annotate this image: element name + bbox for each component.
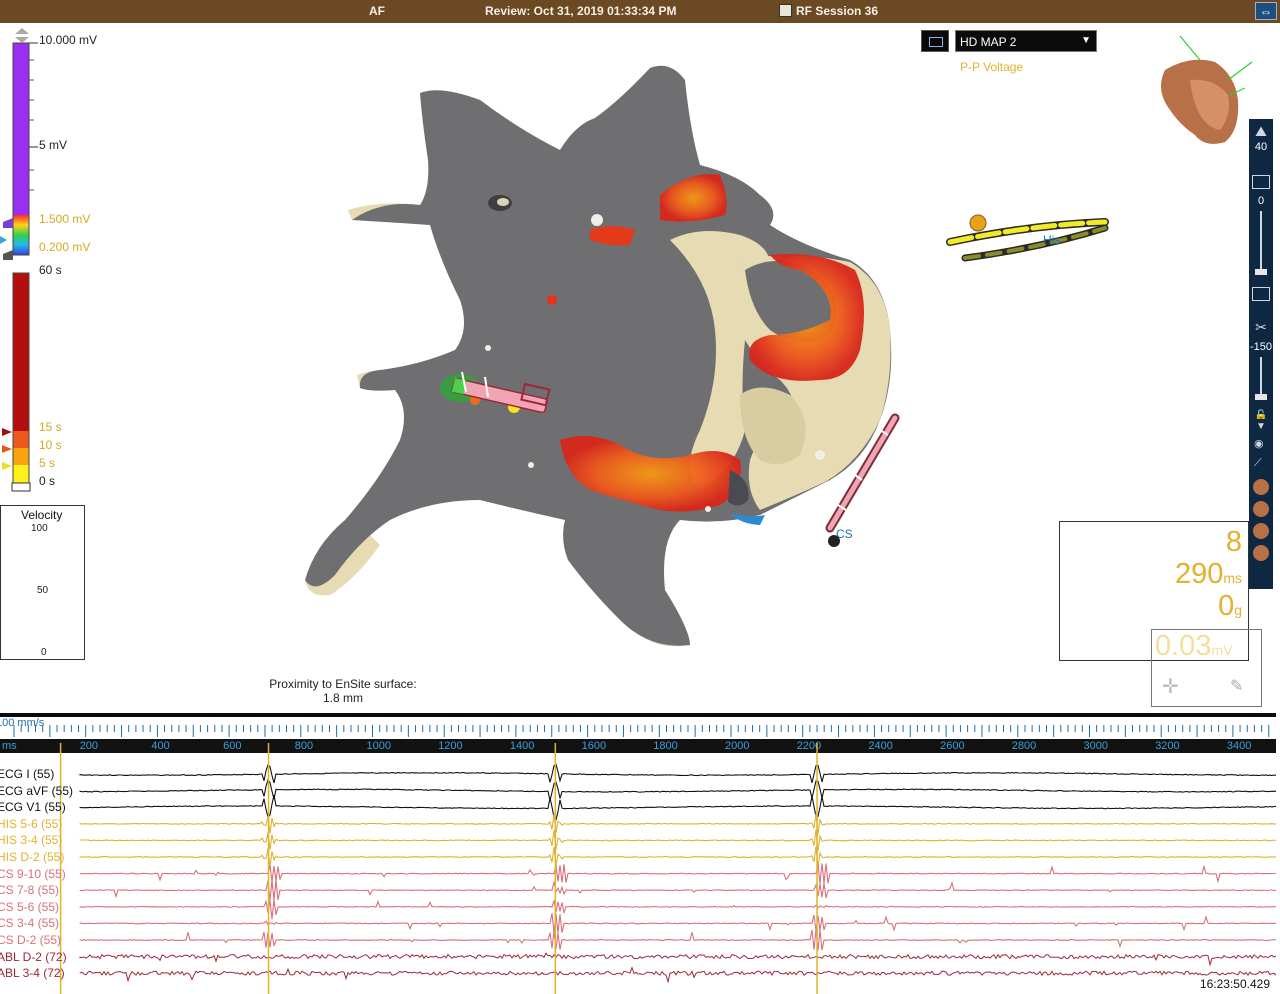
title-bar: AF Review: Oct 31, 2019 01:33:34 PM RF S… [0, 0, 1280, 23]
right-toolbar: ⛰ 40 0 ✂ -150 🔓 [1249, 119, 1273, 422]
voltage-readout-value: 0.03 [1155, 630, 1212, 662]
egm-trace [79, 778, 1276, 801]
toolbar-slider-1[interactable] [1260, 211, 1262, 271]
session-name[interactable]: RF Session 36 [796, 4, 878, 18]
time-scale-bar [2, 272, 31, 492]
channel-label[interactable]: HIS D-2 (55) [0, 850, 64, 864]
egm-trace [79, 879, 1276, 901]
chevron-down-icon[interactable]: ▼ [1256, 421, 1266, 432]
egm-trace [79, 929, 1276, 951]
proximity-label: Proximity to EnSite surface: [269, 677, 417, 691]
egm-trace [79, 846, 1276, 868]
point-count: 8 [1225, 526, 1242, 558]
velocity-tick-100: 100 [31, 523, 48, 534]
voltage-readout-unit: mV [1211, 642, 1233, 658]
time-15s-label: 15 s [39, 420, 62, 434]
voltage-mid-label: 5 mV [39, 138, 68, 152]
eye-icon[interactable]: ◉ [1254, 437, 1264, 450]
velocity-tick-50: 50 [37, 585, 49, 596]
his-catheter[interactable] [946, 214, 1109, 262]
left-atrium-shell[interactable] [305, 65, 892, 647]
view-mode-button[interactable] [921, 30, 949, 52]
proximity-readout: Proximity to EnSite surface: 1.8 mm [260, 677, 426, 705]
map-type-label: P-P Voltage [960, 60, 1024, 74]
channel-label[interactable]: HIS 5-6 (55) [0, 817, 62, 831]
contact-force-value: 0 [1218, 590, 1235, 622]
toolbar-value-3: -150 [1249, 341, 1273, 353]
voltage-readout: 0.03mV [1155, 630, 1232, 663]
channel-label[interactable]: ECG I (55) [0, 767, 54, 781]
velocity-title: Velocity [21, 508, 63, 522]
heart-view-icon[interactable] [1253, 501, 1269, 517]
move-icon[interactable]: ✛ [1162, 674, 1179, 699]
egm-trace [79, 863, 1276, 884]
channel-label[interactable]: HIS 3-4 (55) [0, 833, 62, 847]
voltage-max-label: 10.000 mV [39, 33, 98, 47]
heart-view-icon[interactable] [1253, 479, 1269, 495]
egm-trace [79, 830, 1276, 852]
contact-force-unit: g [1234, 602, 1242, 618]
heart-view-icon[interactable] [1253, 523, 1269, 539]
electrogram-panel[interactable]: 100 mm/s ms 200 400 600 800 1000 1200 1400 1600… [0, 713, 1276, 994]
proximity-value: 1.8 mm [322, 691, 363, 705]
channel-label[interactable]: CS D-2 (55) [0, 933, 61, 947]
map-viewport[interactable]: 10.000 mV 5 mV 1.500 mV 0.200 mV 60 s 15… [0, 23, 1273, 713]
time-max-label: 60 s [39, 263, 62, 277]
orientation-heart-icon[interactable] [1161, 35, 1253, 144]
time-5s-label: 5 s [39, 456, 56, 470]
channel-label[interactable]: CS 3-4 (55) [0, 916, 59, 930]
egm-trace [79, 763, 1276, 784]
toolbar-value-1: 40 [1254, 141, 1268, 153]
cycle-length: 290ms [1175, 558, 1242, 591]
expand-icon[interactable]: ⇔ [1255, 2, 1277, 20]
contact-force: 0g [1218, 590, 1242, 623]
egm-trace [79, 794, 1276, 821]
channel-label[interactable]: CS 9-10 (55) [0, 867, 66, 881]
ensite-window: AF Review: Oct 31, 2019 01:33:34 PM RF S… [0, 0, 1280, 994]
map-name: HD MAP 2 [960, 35, 1017, 49]
rhythm-mode: AF [369, 4, 385, 18]
right-toolbar-lower: ▼ ◉ ⟋ [1249, 419, 1273, 589]
egm-trace [79, 913, 1276, 934]
cs-label: CS [836, 527, 853, 541]
channel-label[interactable]: ECG aVF (55) [0, 784, 73, 798]
his-label: His [1043, 233, 1061, 247]
peak-icon[interactable]: ⛰ [1252, 123, 1270, 139]
frame-icon[interactable] [1252, 287, 1270, 301]
egm-trace [79, 966, 1276, 984]
egm-trace [79, 952, 1276, 967]
channel-label[interactable]: ABL 3-4 (72) [0, 966, 65, 980]
cycle-length-unit: ms [1223, 570, 1242, 586]
review-timestamp: Review: Oct 31, 2019 01:33:34 PM [485, 4, 677, 18]
channel-label[interactable]: ECG V1 (55) [0, 800, 66, 814]
velocity-panel: Velocity 100 50 0 [0, 505, 85, 660]
channel-label[interactable]: CS 5-6 (55) [0, 900, 59, 914]
slider-knob-2[interactable] [1255, 394, 1267, 400]
slider-knob-1[interactable] [1255, 269, 1267, 275]
time-0s-label: 0 s [39, 474, 56, 488]
layers-icon[interactable] [1252, 175, 1270, 189]
channel-label[interactable]: CS 7-8 (55) [0, 883, 59, 897]
voltage-scale-bar [0, 28, 38, 260]
voltage-readout-box: 0.03mV ✛ ✎ [1151, 629, 1262, 707]
voltage-lower-threshold[interactable]: 0.200 mV [39, 240, 90, 254]
session-icon [779, 4, 792, 17]
map-select[interactable]: HD MAP 2 ▼ [955, 30, 1097, 52]
egm-trace [79, 899, 1276, 920]
pin-icon[interactable]: ✎ [1230, 676, 1243, 696]
scissors-icon[interactable]: ✂ [1252, 319, 1270, 335]
egm-timestamp: 16:23:50.429 [1199, 977, 1270, 991]
egm-trace [79, 813, 1276, 835]
channel-label[interactable]: ABL D-2 (72) [0, 950, 67, 964]
voltage-upper-threshold[interactable]: 1.500 mV [39, 212, 90, 226]
toolbar-value-2: 0 [1257, 195, 1265, 207]
chevron-down-icon: ▼ [1081, 35, 1091, 46]
cycle-length-value: 290 [1174, 558, 1224, 590]
time-10s-label: 10 s [39, 438, 62, 452]
catheter-icon[interactable]: ⟋ [1254, 457, 1262, 470]
egm-traces[interactable] [0, 717, 1276, 994]
heart-view-icon[interactable] [1253, 545, 1269, 561]
toolbar-slider-2[interactable] [1260, 357, 1262, 397]
velocity-tick-0: 0 [41, 647, 47, 658]
